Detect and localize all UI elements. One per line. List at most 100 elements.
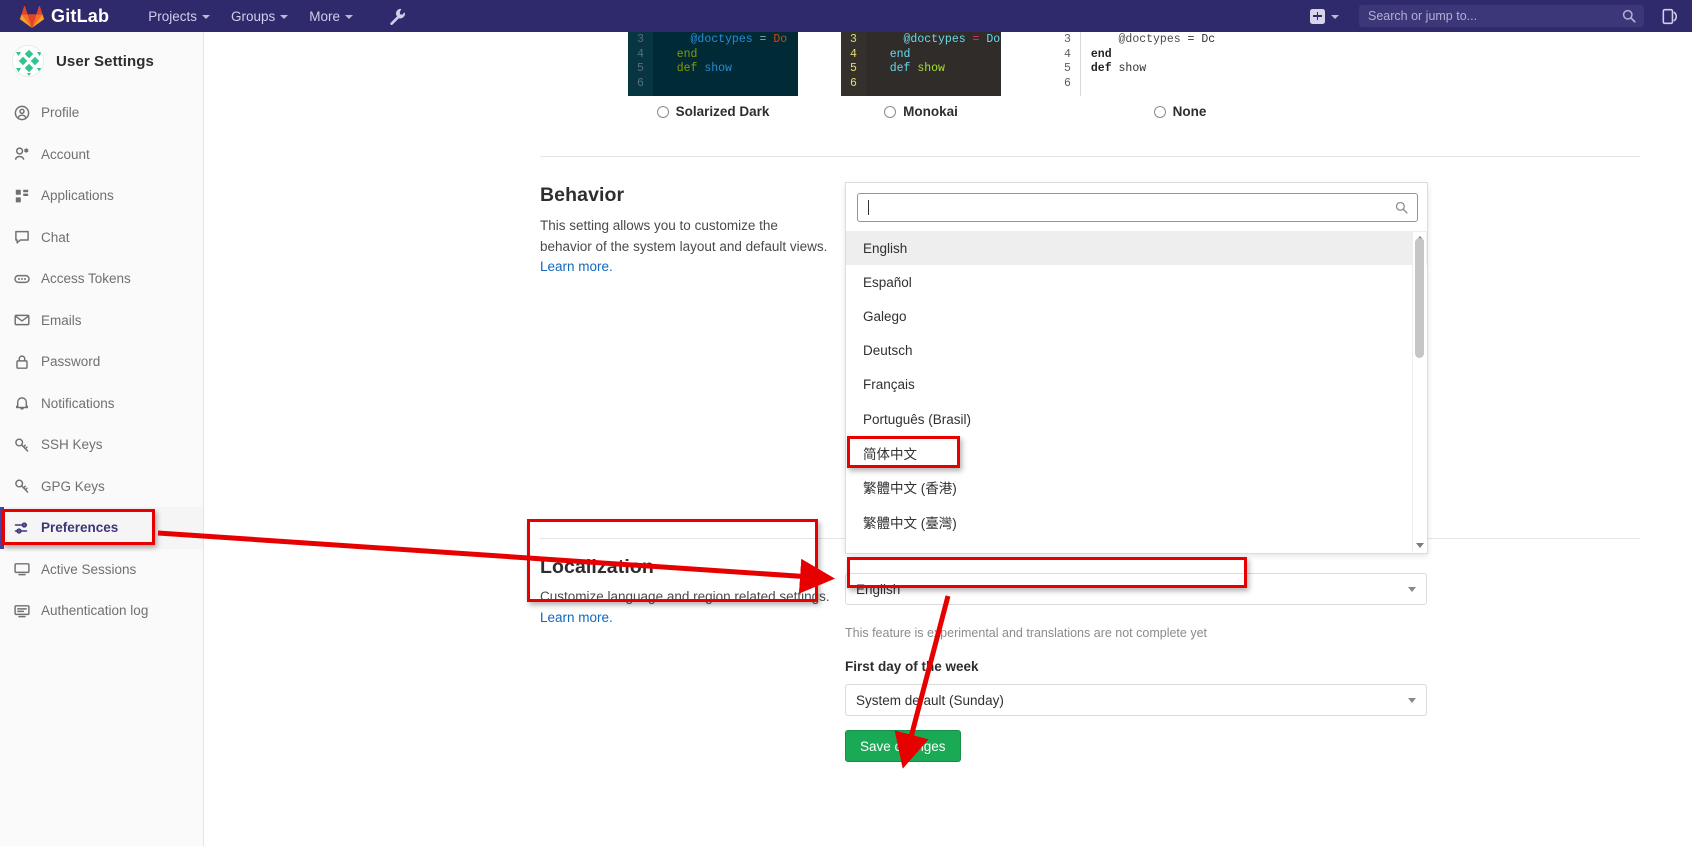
language-select[interactable]: English (845, 573, 1427, 605)
envelope-icon (13, 312, 30, 329)
sidebar-item-label: Chat (41, 229, 70, 245)
user-settings-sidebar: User Settings Profile Account Applications… (0, 32, 204, 846)
sidebar-item-chat[interactable]: Chat (0, 217, 203, 259)
radio-button-icon[interactable] (884, 105, 897, 118)
sidebar-item-profile[interactable]: Profile (0, 92, 203, 134)
behavior-section: Behavior This setting allows you to cust… (540, 184, 840, 278)
sidebar-item-authentication-log[interactable]: Authentication log (0, 590, 203, 632)
sidebar-item-notifications[interactable]: Notifications (0, 383, 203, 425)
sidebar-item-password[interactable]: Password (0, 341, 203, 383)
language-option-label: Español (863, 274, 912, 290)
code-line-number: 4 (1064, 47, 1071, 61)
language-option-label: Deutsch (863, 343, 913, 359)
language-option-list: English Español Galego Deutsch Français Portu… (846, 231, 1427, 553)
main-content: 3456 @doctypes = Do end def show Solarize… (204, 32, 1692, 846)
chevron-down-icon (201, 15, 210, 19)
sidebar-item-label: Applications (41, 188, 114, 204)
language-option[interactable]: Français (846, 368, 1427, 402)
localization-title: Localization (540, 556, 654, 578)
behavior-description-text: This setting allows you to customize the… (540, 218, 828, 254)
language-help-text: This feature is experimental and transla… (845, 626, 1207, 640)
behavior-description: This setting allows you to customize the… (540, 216, 830, 278)
behavior-learn-more-link[interactable]: Learn more. (540, 259, 613, 274)
theme-radio-row[interactable]: Monokai (841, 104, 1001, 119)
sidebar-item-applications[interactable]: Applications (0, 175, 203, 217)
sidebar-item-active-sessions[interactable]: Active Sessions (0, 549, 203, 591)
token-icon (13, 270, 30, 287)
page-title: User Settings (56, 52, 154, 70)
theme-radio-row[interactable]: Solarized Dark (628, 104, 798, 119)
dropdown-scrollbar-thumb[interactable] (1415, 238, 1424, 358)
radio-button-icon[interactable] (1153, 105, 1166, 118)
theme-option-none[interactable]: 3456 @doctypes = Dc end def show None (1055, 32, 1305, 119)
language-option[interactable]: English (846, 231, 1427, 266)
sidebar-item-label: Password (41, 354, 101, 370)
radio-button-icon[interactable] (656, 105, 669, 118)
sidebar-item-label: Access Tokens (41, 271, 131, 287)
chat-icon (13, 229, 30, 246)
theme-name-label: Solarized Dark (675, 104, 770, 119)
sidebar-item-gpg-keys[interactable]: GPG Keys (0, 466, 203, 508)
sidebar-item-emails[interactable]: Emails (0, 300, 203, 342)
sidebar-item-label: Authentication log (41, 603, 149, 619)
code-line: end (889, 47, 911, 61)
sidebar-header[interactable]: User Settings (0, 32, 203, 90)
chevron-down-icon (345, 15, 354, 19)
dropdown-search-input[interactable] (857, 193, 1418, 222)
language-option[interactable]: 简体中文 (846, 436, 1427, 470)
save-button[interactable]: Save changes (845, 730, 961, 762)
code-body: @doctypes = Dc end def show (1081, 32, 1305, 96)
code-line-number: 3 (850, 33, 857, 46)
language-option[interactable]: Español (846, 265, 1427, 299)
code-line-number: 4 (637, 47, 644, 61)
language-option[interactable]: Deutsch (846, 334, 1427, 368)
code-line-number: 6 (1064, 76, 1071, 90)
language-option-label: Galego (863, 308, 907, 324)
user-menu-button[interactable] (1657, 4, 1682, 29)
sidebar-item-ssh-keys[interactable]: SSH Keys (0, 424, 203, 466)
code-gutter: 3456 (841, 32, 866, 96)
sidebar-item-preferences[interactable]: Preferences (0, 507, 203, 549)
sidebar-item-account[interactable]: Account (0, 134, 203, 176)
gitlab-logo[interactable]: GitLab (20, 5, 109, 28)
language-option-label: Português (Brasil) (863, 411, 972, 427)
account-icon (13, 146, 30, 163)
monitor-icon (13, 561, 30, 578)
localization-learn-more-link[interactable]: Learn more. (540, 610, 613, 625)
chevron-down-icon (1331, 15, 1339, 19)
language-option[interactable]: 繁體中文 (香港) (846, 470, 1427, 504)
sidebar-item-label: GPG Keys (41, 478, 105, 494)
nav-projects[interactable]: Projects (139, 3, 219, 30)
localization-description: Customize language and region related se… (540, 587, 830, 628)
first-day-select[interactable]: System default (Sunday) (845, 684, 1427, 716)
behavior-title: Behavior (540, 184, 625, 206)
sidebar-item-access-tokens[interactable]: Access Tokens (0, 258, 203, 300)
sidebar-item-label: SSH Keys (41, 437, 103, 453)
theme-option-solarized-dark[interactable]: 3456 @doctypes = Do end def show Solarize… (628, 32, 798, 119)
localization-section: Localization Customize language and regi… (540, 556, 840, 628)
code-preview: 3456 @doctypes = Do end def show (628, 32, 798, 96)
user-avatar-icon (1662, 8, 1677, 24)
admin-area-button[interactable] (381, 3, 414, 30)
localization-description-text: Customize language and region related se… (540, 589, 830, 604)
nav-groups-label: Groups (230, 8, 276, 24)
code-line-number: 3 (637, 33, 644, 46)
theme-option-monokai[interactable]: 3456 @doctypes = Do end def show Monokai (841, 32, 1001, 119)
theme-radio-row[interactable]: None (1055, 104, 1305, 119)
language-option[interactable]: 繁體中文 (臺灣) (846, 505, 1427, 539)
avatar (12, 45, 44, 77)
code-line-number: 3 (1064, 33, 1071, 46)
new-item-button[interactable] (1304, 5, 1345, 28)
code-line-number: 6 (637, 76, 644, 90)
language-option[interactable]: Galego (846, 299, 1427, 333)
language-option[interactable]: Português (Brasil) (846, 402, 1427, 436)
scroll-down-button[interactable] (1413, 539, 1427, 552)
syntax-highlighting-theme-options: 3456 @doctypes = Do end def show Solarize… (204, 32, 1692, 130)
dropdown-scrollbar-track[interactable] (1412, 232, 1426, 552)
chevron-down-icon (1408, 586, 1416, 592)
nav-groups[interactable]: Groups (222, 3, 297, 30)
code-line-number: 4 (850, 47, 857, 61)
global-search-input[interactable]: Search or jump to... (1359, 5, 1644, 27)
code-line: def show (676, 62, 732, 76)
nav-more[interactable]: More (300, 3, 362, 30)
